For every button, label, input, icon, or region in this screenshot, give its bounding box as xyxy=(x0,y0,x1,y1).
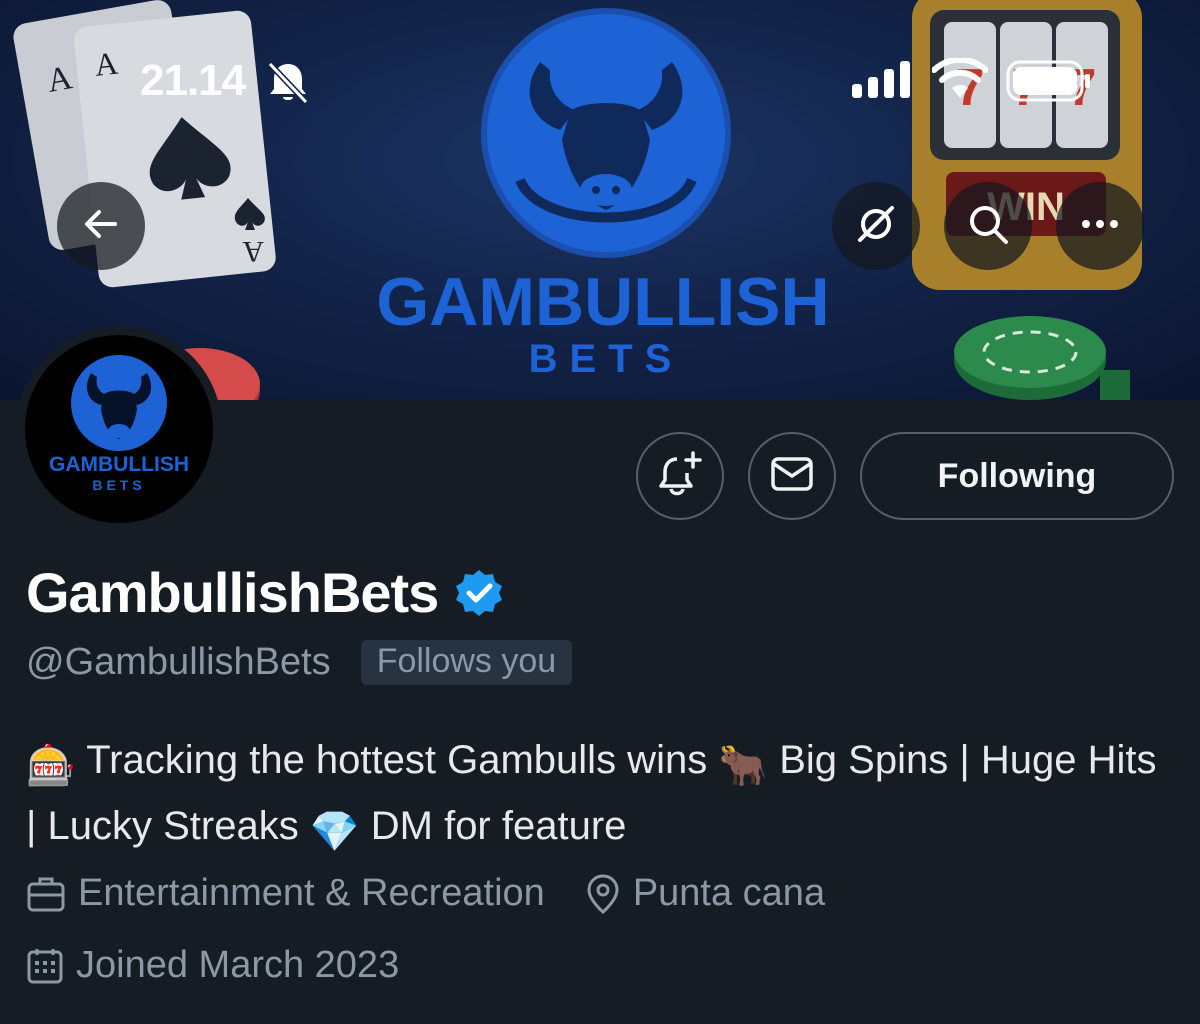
playing-cards-graphic: A A A xyxy=(13,0,276,288)
message-button[interactable] xyxy=(748,432,836,520)
bio-text-1: Tracking the hottest Gambulls wins xyxy=(75,738,719,782)
notifications-button[interactable] xyxy=(636,432,724,520)
verified-badge-icon[interactable] xyxy=(454,568,504,623)
ox-emoji: 🐂 xyxy=(718,744,769,788)
user-handle: @GambullishBets xyxy=(26,641,331,683)
more-button[interactable] xyxy=(1056,182,1144,270)
svg-text:A: A xyxy=(93,45,120,83)
back-button[interactable] xyxy=(57,182,145,270)
avatar-bull-logo xyxy=(71,355,167,451)
avatar-subtitle: BETS xyxy=(92,477,146,493)
status-time: 21.14 xyxy=(140,56,246,105)
name-row: GambullishBets xyxy=(26,560,504,625)
more-icon xyxy=(1080,217,1120,235)
handle-row: @GambullishBets Follows you xyxy=(26,640,573,685)
location-pin-icon xyxy=(585,873,621,915)
profile-banner[interactable]: A A A GAMBULLISH BETS 7 7 21.14 xyxy=(0,0,1200,400)
profile-location: Punta cana xyxy=(632,872,826,914)
banner-subtitle: BETS xyxy=(529,337,684,381)
arrow-left-icon xyxy=(81,204,121,249)
search-icon xyxy=(966,202,1010,251)
following-button[interactable]: Following xyxy=(860,432,1174,520)
briefcase-icon xyxy=(26,875,66,913)
wifi-icon xyxy=(931,56,989,107)
grok-button[interactable] xyxy=(832,182,920,270)
search-button[interactable] xyxy=(944,182,1032,270)
envelope-icon xyxy=(770,456,814,497)
battery-icon xyxy=(1006,60,1092,109)
profile-avatar[interactable]: GAMBULLISH BETS xyxy=(16,326,222,532)
bell-plus-icon xyxy=(657,450,703,502)
svg-text:A: A xyxy=(242,235,264,268)
calendar-icon xyxy=(26,947,64,985)
avatar-title: GAMBULLISH xyxy=(49,453,189,476)
grok-icon xyxy=(854,202,898,251)
avatar-image: GAMBULLISH BETS xyxy=(25,335,213,523)
display-name: GambullishBets xyxy=(26,561,439,624)
joined-row: Joined March 2023 xyxy=(26,944,399,987)
bell-slash-icon xyxy=(264,60,312,109)
profile-meta-row: Entertainment & Recreation Punta cana xyxy=(26,872,825,915)
join-date: Joined March 2023 xyxy=(76,944,400,986)
banner-title: GAMBULLISH xyxy=(376,264,829,340)
slot-machine-emoji: 🎰 xyxy=(26,744,76,788)
follows-you-badge: Follows you xyxy=(360,640,573,685)
category-item: Entertainment & Recreation xyxy=(26,872,545,915)
gem-emoji: 💎 xyxy=(309,810,360,854)
profile-bio: 🎰 Tracking the hottest Gambulls wins 🐂 B… xyxy=(26,730,1176,862)
cellular-signal-icon xyxy=(850,60,914,105)
bull-logo-graphic xyxy=(481,8,731,258)
location-item: Punta cana xyxy=(585,872,825,915)
bio-text-3: DM for feature xyxy=(359,804,627,848)
profile-category: Entertainment & Recreation xyxy=(78,872,545,914)
